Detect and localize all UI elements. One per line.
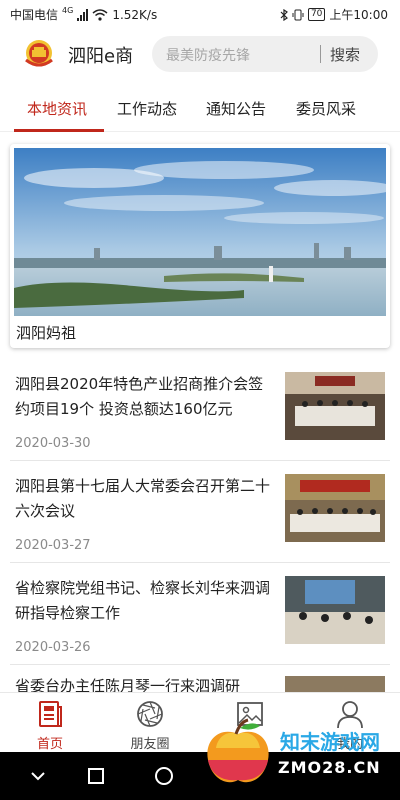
news-title: 省委台办主任陈月琴一行来泗调研	[15, 677, 241, 692]
clock: 上午10:00	[329, 8, 388, 22]
news-item[interactable]: 泗阳县2020年特色产业招商推介会签约项目19个 投资总额达160亿元 2020…	[0, 370, 400, 474]
featured-card[interactable]: 泗阳妈祖	[10, 144, 390, 348]
news-date: 2020-03-27	[15, 538, 91, 553]
news-title: 省检察院党组书记、检察长刘华来泗调研指导检察工作	[15, 579, 271, 622]
featured-caption: 泗阳妈祖	[16, 324, 77, 342]
tab-notices[interactable]: 通知公告	[206, 98, 266, 119]
watermark-line1: 知末游戏网	[280, 730, 380, 754]
news-date: 2020-03-30	[15, 436, 91, 451]
app-title: 泗阳e商	[68, 46, 134, 67]
search-bar[interactable]: 最美防疫先锋 搜索	[152, 36, 378, 72]
news-item[interactable]: 泗阳县第十七届人大常委会召开第二十六次会议 2020-03-27	[0, 472, 400, 576]
aperture-icon	[137, 701, 163, 727]
tab-work-updates[interactable]: 工作动态	[117, 98, 177, 119]
tab-local-news[interactable]: 本地资讯	[27, 98, 87, 119]
site-watermark: 知末游戏网 ZMO28.CN	[200, 712, 400, 792]
bluetooth-icon	[280, 8, 288, 21]
watermark-line2: ZMO28.CN	[278, 758, 381, 777]
news-title: 泗阳县第十七届人大常委会召开第二十六次会议	[15, 477, 271, 520]
nav-moments-label: 朋友圈	[130, 737, 170, 752]
search-button[interactable]: 搜索	[330, 44, 360, 65]
news-thumbnail	[285, 372, 385, 440]
news-thumbnail	[285, 474, 385, 542]
divider	[10, 460, 390, 461]
news-thumbnail	[285, 676, 385, 692]
featured-photo	[14, 148, 386, 316]
news-date: 2020-03-26	[15, 640, 91, 655]
vibrate-icon	[292, 9, 304, 20]
status-right: 70 上午10:00	[280, 6, 388, 23]
news-item[interactable]: 省检察院党组书记、检察长刘华来泗调研指导检察工作 2020-03-26	[0, 574, 400, 678]
search-divider	[320, 45, 321, 63]
news-thumbnail	[285, 576, 385, 644]
divider	[10, 664, 390, 665]
nav-home-label: 首页	[36, 737, 63, 752]
search-input[interactable]: 最美防疫先锋	[166, 45, 250, 65]
carrier-label: 中国电信	[10, 8, 59, 22]
emblem-logo	[25, 40, 53, 67]
recents-icon[interactable]	[82, 762, 110, 790]
home-button-icon[interactable]	[150, 762, 178, 790]
home-doc-icon	[39, 701, 62, 727]
nav-moments[interactable]: 朋友圈	[110, 693, 190, 753]
signal-icon	[77, 8, 89, 21]
nav-home[interactable]: 首页	[10, 693, 90, 753]
watermark-logo	[207, 718, 269, 783]
back-icon[interactable]	[24, 762, 52, 790]
status-bar: 中国电信 4G 1.52K/s 70 上午10:00	[0, 0, 400, 28]
news-item[interactable]: 省委台办主任陈月琴一行来泗调研	[0, 676, 400, 692]
active-tab-indicator	[14, 129, 104, 132]
tab-member-profiles[interactable]: 委员风采	[296, 98, 356, 119]
status-left: 中国电信 4G 1.52K/s	[10, 6, 157, 23]
wifi-icon	[92, 8, 108, 21]
app-header: 泗阳e商 最美防疫先锋 搜索	[0, 28, 400, 80]
category-tabs: 本地资讯 工作动态 通知公告 委员风采	[0, 84, 400, 132]
network-type: 4G	[62, 6, 74, 15]
battery-icon: 70	[307, 8, 326, 21]
network-speed: 1.52K/s	[112, 7, 158, 22]
news-title: 泗阳县2020年特色产业招商推介会签约项目19个 投资总额达160亿元	[15, 375, 264, 418]
divider	[10, 562, 390, 563]
